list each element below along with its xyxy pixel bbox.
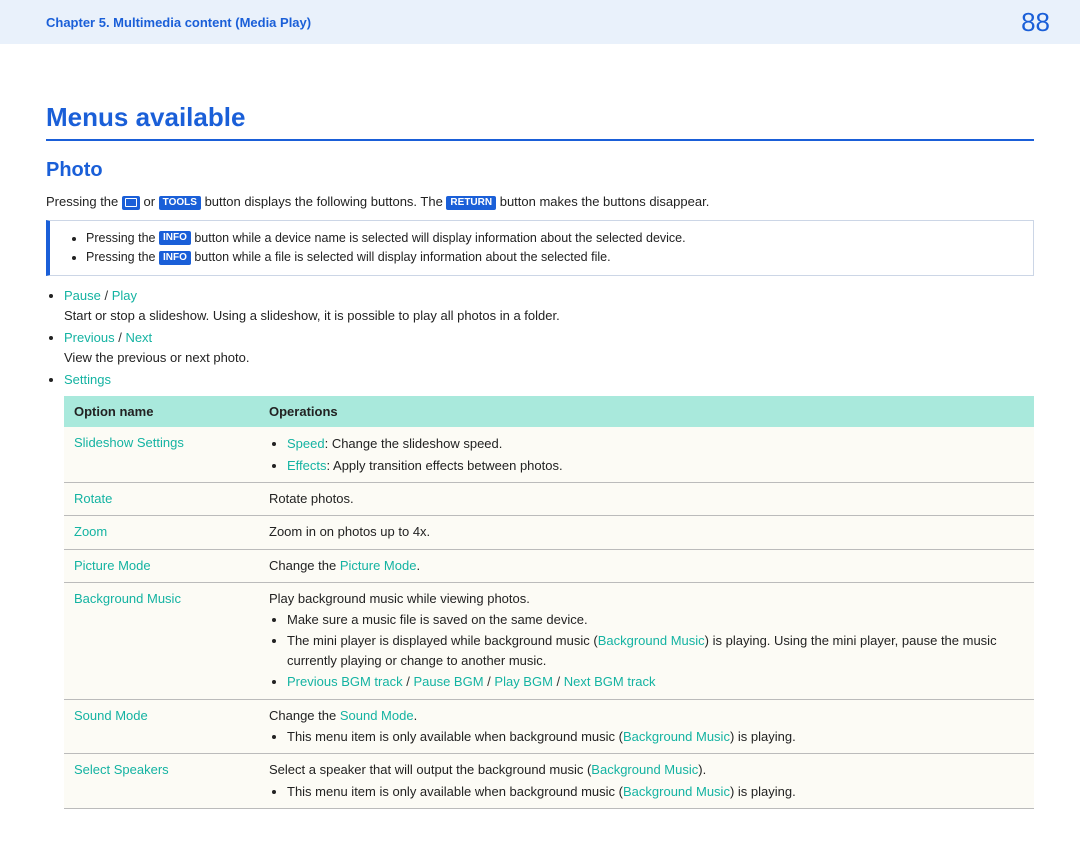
cell-option-name: Slideshow Settings <box>64 427 259 483</box>
info-chip: INFO <box>159 231 191 245</box>
label-pause: Pause <box>64 288 101 303</box>
cell-operations: Select a speaker that will output the ba… <box>259 754 1034 809</box>
cell-operations: Play background music while viewing phot… <box>259 582 1034 699</box>
page-number: 88 <box>1021 7 1050 38</box>
feature-item-pause-play: Pause / Play Start or stop a slideshow. … <box>64 286 1034 325</box>
th-option-name: Option name <box>64 396 259 428</box>
op-text: . <box>414 708 418 723</box>
feature-desc: Start or stop a slideshow. Using a slide… <box>64 308 560 323</box>
op-item: The mini player is displayed while backg… <box>287 630 1024 671</box>
display-icon <box>122 196 140 210</box>
link-background-music: Background Music <box>623 729 730 744</box>
op-text: : Change the slideshow speed. <box>325 436 503 451</box>
info-callout: Pressing the INFO button while a device … <box>46 220 1034 277</box>
cell-operations: Zoom in on photos up to 4x. <box>259 516 1034 549</box>
info-line: Pressing the INFO button while a device … <box>86 229 1019 248</box>
op-text: The mini player is displayed while backg… <box>287 633 598 648</box>
op-text: Change the <box>269 558 340 573</box>
op-item: Make sure a music file is saved on the s… <box>287 609 1024 631</box>
label-play: Play <box>112 288 137 303</box>
cell-option-name: Picture Mode <box>64 549 259 582</box>
intro-paragraph: Pressing the or TOOLS button displays th… <box>46 192 1034 212</box>
slash-sep: / <box>105 288 112 303</box>
chapter-label: Chapter 5. Multimedia content (Media Pla… <box>46 15 311 30</box>
info-chip: INFO <box>159 251 191 265</box>
heading-rule <box>46 139 1034 141</box>
op-item: This menu item is only available when ba… <box>287 781 1024 803</box>
op-text: ) is playing. <box>730 729 796 744</box>
label-next: Next <box>125 330 152 345</box>
tools-chip: TOOLS <box>159 196 201 210</box>
table-row: Rotate Rotate photos. <box>64 483 1034 516</box>
link-background-music: Background Music <box>591 762 698 777</box>
link-background-music: Background Music <box>598 633 705 648</box>
op-text: : Apply transition effects between photo… <box>327 458 563 473</box>
cell-option-name: Select Speakers <box>64 754 259 809</box>
label-settings: Settings <box>64 372 111 387</box>
table-row: Zoom Zoom in on photos up to 4x. <box>64 516 1034 549</box>
op-text: Select a speaker that will output the ba… <box>269 762 591 777</box>
table-row: Sound Mode Change the Sound Mode. This m… <box>64 699 1034 754</box>
cell-operations: Change the Picture Mode. <box>259 549 1034 582</box>
page-body: Menus available Photo Pressing the or TO… <box>0 44 1080 842</box>
intro-text: Pressing the <box>46 194 122 209</box>
op-text: ). <box>698 762 706 777</box>
return-chip: RETURN <box>446 196 496 210</box>
intro-text: button makes the buttons disappear. <box>500 194 710 209</box>
intro-text: button displays the following buttons. T… <box>205 194 447 209</box>
label-prev-bgm: Previous BGM track <box>287 674 403 689</box>
cell-operations: Change the Sound Mode. This menu item is… <box>259 699 1034 754</box>
info-text: Pressing the <box>86 231 159 245</box>
cell-option-name: Rotate <box>64 483 259 516</box>
feature-item-prev-next: Previous / Next View the previous or nex… <box>64 328 1034 367</box>
op-item: This menu item is only available when ba… <box>287 726 1024 748</box>
table-row: Slideshow Settings Speed: Change the sli… <box>64 427 1034 483</box>
op-text: ) is playing. <box>730 784 796 799</box>
link-picture-mode: Picture Mode <box>340 558 417 573</box>
table-row: Select Speakers Select a speaker that wi… <box>64 754 1034 809</box>
op-item: Previous BGM track / Pause BGM / Play BG… <box>287 671 1024 693</box>
cell-option-name: Background Music <box>64 582 259 699</box>
op-item: Effects: Apply transition effects betwee… <box>287 455 1024 477</box>
op-item: Speed: Change the slideshow speed. <box>287 433 1024 455</box>
label-effects: Effects <box>287 458 327 473</box>
slash-sep: / <box>557 674 564 689</box>
op-text: . <box>416 558 420 573</box>
op-text: This menu item is only available when ba… <box>287 729 623 744</box>
cell-operations: Speed: Change the slideshow speed. Effec… <box>259 427 1034 483</box>
op-text: This menu item is only available when ba… <box>287 784 623 799</box>
table-row: Background Music Play background music w… <box>64 582 1034 699</box>
cell-option-name: Sound Mode <box>64 699 259 754</box>
th-operations: Operations <box>259 396 1034 428</box>
header-band: Chapter 5. Multimedia content (Media Pla… <box>0 0 1080 44</box>
op-text: Change the <box>269 708 340 723</box>
cell-option-name: Zoom <box>64 516 259 549</box>
page-title: Menus available <box>46 102 1034 133</box>
feature-item-settings: Settings Option name Operations Slidesho… <box>64 370 1034 809</box>
label-next-bgm: Next BGM track <box>564 674 656 689</box>
label-pause-bgm: Pause BGM <box>413 674 483 689</box>
label-play-bgm: Play BGM <box>494 674 553 689</box>
info-line: Pressing the INFO button while a file is… <box>86 248 1019 267</box>
cell-operations: Rotate photos. <box>259 483 1034 516</box>
feature-desc: View the previous or next photo. <box>64 350 250 365</box>
table-row: Picture Mode Change the Picture Mode. <box>64 549 1034 582</box>
intro-text: or <box>144 194 159 209</box>
link-background-music: Background Music <box>623 784 730 799</box>
feature-list: Pause / Play Start or stop a slideshow. … <box>46 286 1034 809</box>
label-previous: Previous <box>64 330 115 345</box>
label-speed: Speed <box>287 436 325 451</box>
info-text: button while a device name is selected w… <box>194 231 685 245</box>
link-sound-mode: Sound Mode <box>340 708 414 723</box>
settings-table: Option name Operations Slideshow Setting… <box>64 396 1034 809</box>
section-heading: Photo <box>46 159 1034 182</box>
info-text: Pressing the <box>86 250 159 264</box>
op-lead: Play background music while viewing phot… <box>269 589 1024 609</box>
info-text: button while a file is selected will dis… <box>194 250 610 264</box>
